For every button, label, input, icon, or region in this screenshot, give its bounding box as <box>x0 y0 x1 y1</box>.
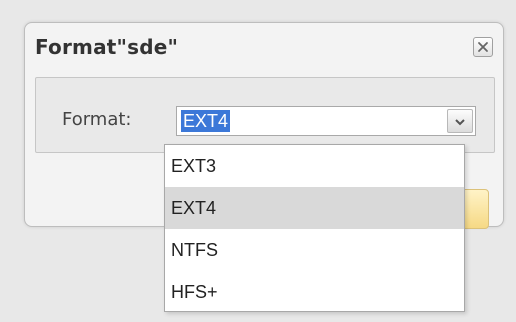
format-select-value: EXT4 <box>181 110 231 132</box>
chevron-down-icon <box>454 112 466 131</box>
dropdown-option-ext4[interactable]: EXT4 <box>165 187 464 229</box>
close-icon <box>477 38 489 57</box>
close-button[interactable] <box>473 37 493 57</box>
dropdown-arrow-button[interactable] <box>447 109 473 133</box>
dropdown-option-hfs-plus[interactable]: HFS+ <box>165 271 464 313</box>
dropdown-option-ext3[interactable]: EXT3 <box>165 145 464 187</box>
format-select[interactable]: EXT4 <box>176 106 476 136</box>
dialog-title: Format"sde" <box>35 35 179 59</box>
format-label: Format: <box>62 109 132 130</box>
dropdown-option-ntfs[interactable]: NTFS <box>165 229 464 271</box>
format-form-panel: Format: EXT4 <box>35 77 495 153</box>
format-dropdown-list: EXT3 EXT4 NTFS HFS+ <box>164 144 465 312</box>
